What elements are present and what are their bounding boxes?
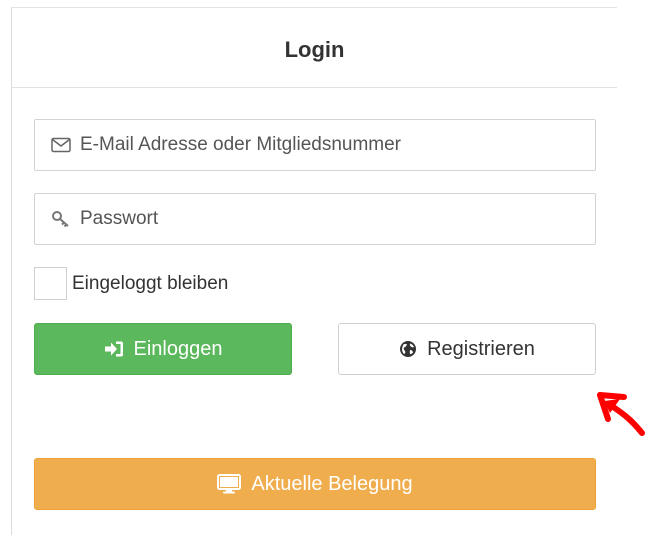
login-card: Login E-Mail Adresse oder Mitgliedsnumme… bbox=[11, 7, 617, 535]
remember-label[interactable]: Eingeloggt bleiben bbox=[72, 273, 228, 295]
password-field[interactable]: Passwort bbox=[34, 193, 596, 245]
remember-row: Eingeloggt bleiben bbox=[34, 266, 228, 301]
key-icon bbox=[50, 208, 72, 230]
login-button[interactable]: Einloggen bbox=[34, 323, 292, 375]
login-label: Einloggen bbox=[133, 337, 223, 360]
email-field[interactable]: E-Mail Adresse oder Mitgliedsnummer bbox=[34, 119, 596, 171]
remember-checkbox[interactable] bbox=[34, 267, 67, 300]
current-occupancy-button[interactable]: Aktuelle Belegung bbox=[34, 458, 596, 510]
monitor-icon bbox=[217, 474, 242, 494]
email-placeholder: E-Mail Adresse oder Mitgliedsnummer bbox=[80, 134, 402, 155]
sign-in-icon bbox=[104, 340, 124, 358]
globe-icon bbox=[399, 340, 417, 358]
card-header: Login bbox=[12, 8, 617, 88]
register-label: Registrieren bbox=[427, 337, 535, 360]
occupancy-label: Aktuelle Belegung bbox=[251, 472, 413, 495]
red-arrow-annotation bbox=[597, 392, 645, 436]
register-button[interactable]: Registrieren bbox=[338, 323, 596, 375]
page: Login E-Mail Adresse oder Mitgliedsnumme… bbox=[0, 0, 649, 535]
password-placeholder: Passwort bbox=[80, 208, 159, 229]
card-title: Login bbox=[284, 36, 345, 62]
envelope-icon bbox=[50, 134, 72, 156]
